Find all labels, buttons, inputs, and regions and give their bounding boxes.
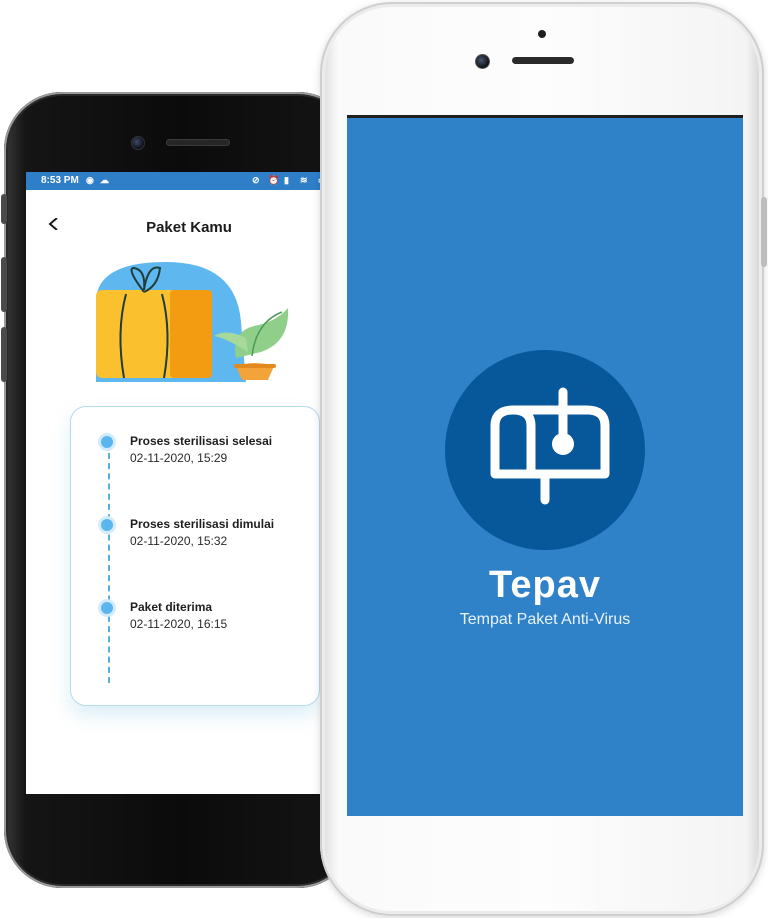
mailbox-icon (490, 387, 610, 505)
app-header: Paket Kamu (26, 202, 336, 242)
alarm-icon: ⏰ (268, 175, 280, 185)
power-button (761, 197, 767, 267)
package-status-screen: 8:53 PM ◉ ☁ ⊘ ⏰ ▮ ≋ ▭ Paket Kamu (26, 172, 336, 794)
page-title: Paket Kamu (146, 219, 232, 236)
timeline-dot (101, 436, 113, 448)
left-phone-device: 8:53 PM ◉ ☁ ⊘ ⏰ ▮ ≋ ▭ Paket Kamu (1, 92, 356, 888)
earpiece-speaker (512, 57, 574, 64)
timeline-item-datetime: 02-11-2020, 15:32 (130, 534, 228, 548)
proximity-sensor (538, 30, 546, 38)
timeline-item-title: Proses sterilisasi dimulai (130, 517, 275, 531)
timeline-dot (101, 602, 113, 614)
location-icon: ◉ (86, 175, 94, 185)
tracking-timeline-card: Proses sterilisasi selesai 02-11-2020, 1… (70, 406, 320, 706)
mute-switch (1, 194, 7, 224)
status-time: 8:53 PM (41, 175, 79, 186)
wifi-icon: ≋ (300, 175, 308, 185)
timeline-item-datetime: 02-11-2020, 16:15 (130, 617, 228, 631)
timeline-connector (108, 453, 110, 683)
volume-up-button (1, 257, 7, 312)
right-phone-device: Tepav Tempat Paket Anti-Virus (320, 2, 767, 916)
signal-icon: ▮ (284, 175, 289, 185)
front-camera (475, 54, 490, 69)
front-camera (131, 136, 145, 150)
timeline-item-title: Proses sterilisasi selesai (130, 434, 273, 448)
mute-icon: ⊘ (252, 175, 260, 185)
timeline-item-title: Paket diterima (130, 600, 213, 614)
timeline-dot (101, 519, 113, 531)
splash-screen: Tepav Tempat Paket Anti-Virus (347, 115, 743, 816)
timeline-item-datetime: 02-11-2020, 15:29 (130, 451, 228, 465)
package-illustration (96, 262, 289, 382)
app-name: Tepav (488, 564, 601, 606)
cloud-icon: ☁ (100, 175, 109, 185)
app-tagline: Tempat Paket Anti-Virus (459, 611, 631, 628)
logo-badge (445, 350, 645, 550)
earpiece-speaker (166, 139, 230, 146)
status-bar: 8:53 PM ◉ ☁ ⊘ ⏰ ▮ ≋ ▭ (26, 172, 336, 190)
volume-down-button (1, 327, 7, 382)
